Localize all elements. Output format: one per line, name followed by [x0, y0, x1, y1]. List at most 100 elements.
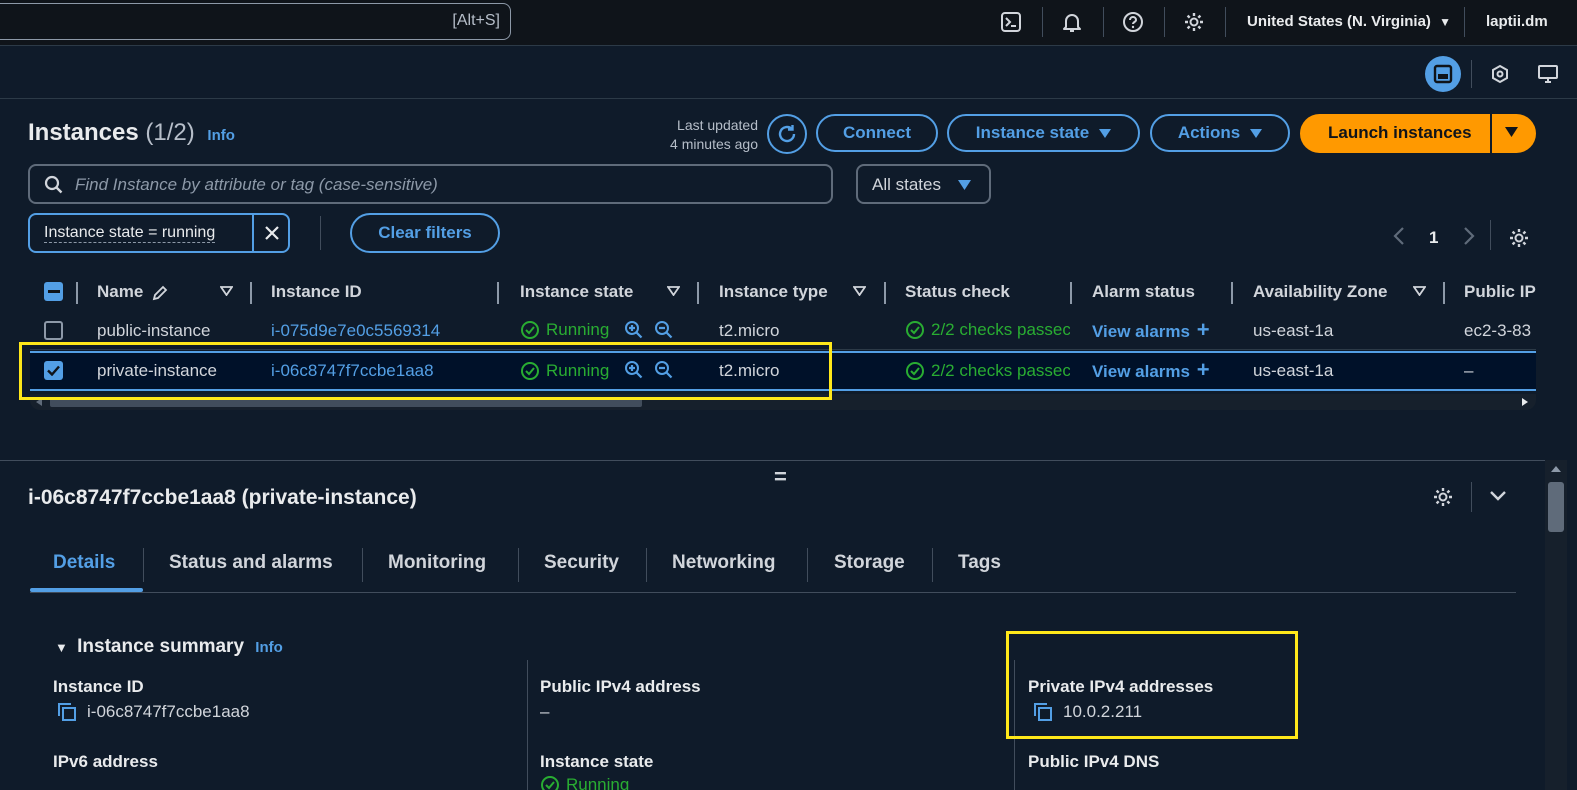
check-circle-icon — [521, 321, 539, 339]
connect-button[interactable]: Connect — [816, 114, 938, 152]
cell-instance-id-link[interactable]: i-075d9e7e0c5569314 — [271, 321, 440, 341]
column-divider — [497, 282, 499, 304]
tab-security[interactable]: Security — [544, 552, 619, 574]
instances-info-link[interactable]: Info — [207, 127, 235, 144]
table-preferences-gear-icon[interactable] — [1508, 227, 1530, 249]
refresh-icon — [778, 125, 796, 143]
filter-token[interactable]: Instance state = running — [28, 213, 290, 253]
vertical-scrollbar[interactable] — [1545, 460, 1567, 790]
instance-summary-info-link[interactable]: Info — [255, 639, 283, 656]
collapse-chevron-down-icon[interactable] — [1489, 490, 1507, 502]
state-label: Running — [546, 320, 610, 339]
check-circle-icon — [541, 776, 559, 790]
column-divider — [76, 282, 78, 304]
previous-page-chevron-icon[interactable] — [1393, 226, 1405, 246]
zoom-in-icon[interactable] — [624, 320, 644, 340]
public-ipv4-value: – — [540, 702, 550, 721]
hexagon-icon — [1492, 64, 1508, 84]
account-menu[interactable]: laptii.dm — [1486, 13, 1548, 30]
column-header-availability-zone[interactable]: Availability Zone — [1253, 282, 1387, 302]
check-circle-icon — [906, 362, 924, 380]
details-preferences-gear-icon[interactable] — [1432, 486, 1454, 508]
caret-down-icon — [1099, 128, 1112, 138]
cloudshell-icon[interactable] — [998, 9, 1024, 35]
find-instance-input[interactable]: Find Instance by attribute or tag (case-… — [28, 164, 833, 204]
refresh-button[interactable] — [767, 114, 807, 154]
instance-summary-heading[interactable]: ▼ Instance summary Info — [55, 636, 283, 658]
column-header-instance-id[interactable]: Instance ID — [271, 282, 362, 302]
last-updated-line1: Last updated — [677, 117, 758, 133]
cell-status-check: 2/2 checks passec — [905, 361, 1070, 386]
caret-down-icon — [1250, 128, 1263, 138]
remove-filter-close-icon[interactable] — [252, 215, 290, 251]
launch-dropdown-caret-icon[interactable] — [1505, 127, 1518, 137]
pager-divider — [1490, 220, 1491, 250]
view-alarms-link[interactable]: View alarms + — [1092, 359, 1210, 382]
states-select-value: All states — [872, 175, 941, 194]
instance-id-value: i-06c8747f7ccbe1aa8 — [57, 702, 250, 722]
shield-settings-button[interactable] — [1482, 56, 1518, 92]
next-page-chevron-icon[interactable] — [1463, 226, 1475, 246]
global-search-input[interactable]: [Alt+S] — [0, 3, 511, 40]
view-alarms-link[interactable]: View alarms + — [1092, 319, 1210, 342]
tab-divider — [646, 548, 647, 582]
select-all-checkbox[interactable] — [44, 282, 63, 301]
sort-caret-icon[interactable] — [1413, 286, 1426, 296]
account-name: laptii.dm — [1486, 13, 1548, 30]
tab-networking[interactable]: Networking — [672, 552, 775, 574]
tab-monitoring[interactable]: Monitoring — [388, 552, 486, 574]
tab-tags[interactable]: Tags — [958, 552, 1001, 574]
column-header-name[interactable]: Name — [97, 282, 143, 302]
column-divider — [884, 282, 886, 304]
column-header-public-ip[interactable]: Public IP — [1464, 282, 1536, 302]
settings-gear-icon[interactable] — [1181, 9, 1207, 35]
instance-state-label: Instance state — [975, 123, 1090, 142]
split-panel-drag-handle[interactable]: = — [774, 464, 787, 490]
region-selector[interactable]: United States (N. Virginia) ▼ — [1247, 13, 1451, 30]
actions-label: Actions — [1177, 123, 1241, 142]
column-divider — [250, 282, 252, 304]
check-circle-icon — [906, 321, 924, 339]
cell-public-ip: ec2-3-83 — [1464, 321, 1532, 340]
launch-instances-button[interactable]: Launch instances — [1300, 114, 1536, 153]
column-header-instance-state[interactable]: Instance state — [520, 282, 633, 302]
nav-divider — [1103, 7, 1104, 37]
column-header-status-check[interactable]: Status check — [905, 282, 1010, 302]
panel-layout-icon — [1433, 64, 1453, 84]
copy-icon[interactable] — [57, 702, 77, 722]
help-icon[interactable] — [1120, 9, 1146, 35]
cell-public-ip: – — [1464, 361, 1474, 380]
actions-dropdown[interactable]: Actions — [1150, 114, 1290, 152]
instances-count: (1/2) — [145, 119, 195, 146]
instance-state-dropdown[interactable]: Instance state — [947, 114, 1140, 152]
column-divider — [697, 282, 699, 304]
sort-caret-icon[interactable] — [667, 286, 680, 296]
cell-name: public-instance — [97, 321, 211, 340]
cell-instance-type: t2.micro — [719, 321, 780, 340]
row-checkbox[interactable] — [44, 321, 63, 340]
details-tabs: Details Status and alarms Monitoring Sec… — [30, 540, 1516, 593]
clear-filters-button[interactable]: Clear filters — [350, 213, 500, 253]
tab-storage[interactable]: Storage — [834, 552, 905, 574]
states-select[interactable]: All states — [856, 164, 991, 204]
public-ipv4-label: Public IPv4 address — [540, 677, 701, 696]
public-ipv4-dns-label: Public IPv4 DNS — [1028, 752, 1160, 771]
display-settings-button[interactable] — [1530, 56, 1566, 92]
zoom-out-icon[interactable] — [654, 320, 674, 340]
sort-caret-icon[interactable] — [853, 286, 866, 296]
find-instance-placeholder: Find Instance by attribute or tag (case-… — [75, 175, 438, 194]
vertical-scrollbar-thumb[interactable] — [1548, 482, 1564, 532]
details-title: i-06c8747f7ccbe1aa8 (private-instance) — [28, 486, 417, 509]
page-number[interactable]: 1 — [1429, 228, 1438, 248]
column-header-alarm-status[interactable]: Alarm status — [1092, 282, 1195, 302]
nav-divider — [1042, 7, 1043, 37]
sort-caret-icon[interactable] — [220, 286, 233, 296]
tab-status-and-alarms[interactable]: Status and alarms — [169, 552, 333, 574]
details-header-divider — [1471, 482, 1472, 512]
scroll-up-arrow-icon[interactable] — [1551, 466, 1561, 472]
notifications-bell-icon[interactable] — [1059, 9, 1085, 35]
column-header-instance-type[interactable]: Instance type — [719, 282, 828, 302]
tab-details[interactable]: Details — [53, 552, 115, 574]
split-panel-toggle-button[interactable] — [1425, 56, 1461, 92]
scroll-right-arrow-icon[interactable] — [1522, 398, 1528, 406]
